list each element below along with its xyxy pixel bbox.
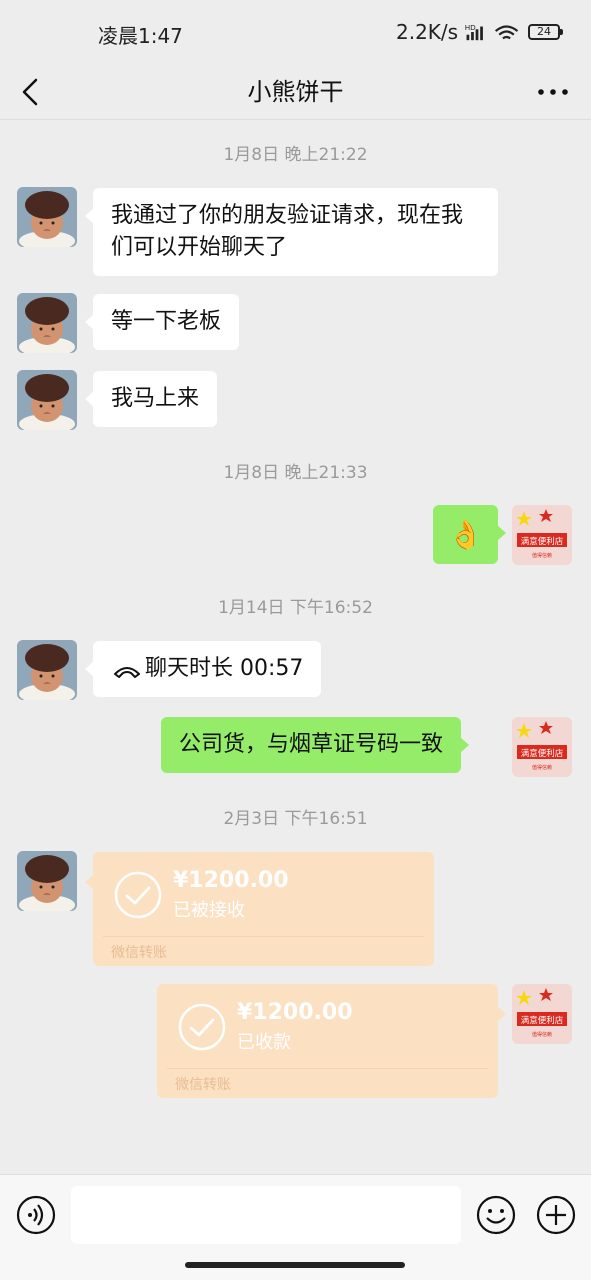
transfer-footer: 微信转账 bbox=[175, 1077, 231, 1093]
transfer-status: 已收款 bbox=[237, 1032, 291, 1053]
message-bubble[interactable]: 我通过了你的朋友验证请求，现在我们可以开始聊天了 bbox=[85, 188, 498, 276]
transfer-amount: ¥1200.00 bbox=[237, 1000, 353, 1025]
message-bubble[interactable]: 公司货，与烟草证号码一致 bbox=[161, 717, 470, 773]
phone-hangup-icon bbox=[114, 667, 140, 678]
status-bar: 凌晨1:47 2.2K/s HD 24 bbox=[0, 0, 591, 64]
plus-icon[interactable] bbox=[536, 1195, 576, 1235]
call-record-bubble[interactable]: 聊天时长 00:57 bbox=[84, 641, 322, 697]
call-duration: 聊天时长 00:57 bbox=[145, 656, 304, 681]
check-circle-icon bbox=[178, 1003, 226, 1051]
check-circle-icon bbox=[114, 871, 162, 919]
message-input[interactable] bbox=[71, 1186, 461, 1244]
chat-header: 小熊饼干 bbox=[0, 64, 591, 120]
transfer-card[interactable]: ¥1200.00 已被接收 微信转账 bbox=[85, 852, 434, 966]
self-avatar[interactable]: 满意便利店 值得信赖 bbox=[512, 505, 572, 565]
chat-title: 小熊饼干 bbox=[247, 78, 344, 106]
shop-logo-text: 满意便利店 bbox=[521, 1015, 564, 1026]
status-time: 凌晨1:47 bbox=[98, 24, 183, 48]
hd-icon: HD bbox=[465, 23, 476, 32]
svg-text:值得信赖: 值得信赖 bbox=[532, 552, 552, 559]
message-bubble[interactable]: 我马上来 bbox=[84, 371, 218, 427]
battery-icon: 24 bbox=[528, 24, 563, 40]
divider bbox=[103, 936, 424, 937]
timestamp: 1月14日 下午16:52 bbox=[218, 598, 373, 618]
wifi-icon bbox=[494, 25, 519, 40]
self-avatar[interactable]: 满意便利店 值得信赖 bbox=[512, 717, 572, 777]
contact-avatar[interactable] bbox=[17, 293, 77, 353]
transfer-status: 已被接收 bbox=[173, 900, 245, 921]
divider bbox=[167, 1068, 488, 1069]
message-bubble[interactable]: 等一下老板 bbox=[84, 294, 240, 350]
svg-text:值得信赖: 值得信赖 bbox=[532, 764, 552, 771]
more-options-icon[interactable] bbox=[533, 74, 573, 110]
contact-avatar[interactable] bbox=[17, 640, 77, 700]
contact-avatar[interactable] bbox=[17, 187, 77, 247]
contact-avatar[interactable] bbox=[17, 370, 77, 430]
timestamp: 1月8日 晚上21:22 bbox=[223, 145, 368, 165]
shop-logo-text: 满意便利店 bbox=[521, 748, 564, 759]
home-indicator[interactable] bbox=[185, 1262, 405, 1268]
emoji-message[interactable]: 👌 bbox=[433, 505, 506, 564]
voice-icon[interactable] bbox=[16, 1195, 56, 1235]
network-speed: 2.2K/s bbox=[396, 20, 459, 44]
self-avatar[interactable]: 满意便利店 值得信赖 bbox=[512, 984, 572, 1044]
emoji-icon[interactable] bbox=[476, 1195, 516, 1235]
timestamp: 1月8日 晚上21:33 bbox=[223, 463, 368, 483]
transfer-amount: ¥1200.00 bbox=[173, 868, 289, 893]
svg-text:值得信赖: 值得信赖 bbox=[532, 1031, 552, 1038]
transfer-card[interactable]: ¥1200.00 已收款 微信转账 bbox=[157, 984, 506, 1098]
transfer-footer: 微信转账 bbox=[111, 945, 167, 961]
contact-avatar[interactable] bbox=[17, 851, 77, 911]
shop-logo-text: 满意便利店 bbox=[521, 536, 564, 547]
signal-wifi-icons: HD bbox=[465, 23, 519, 41]
timestamp: 2月3日 下午16:51 bbox=[223, 809, 368, 829]
